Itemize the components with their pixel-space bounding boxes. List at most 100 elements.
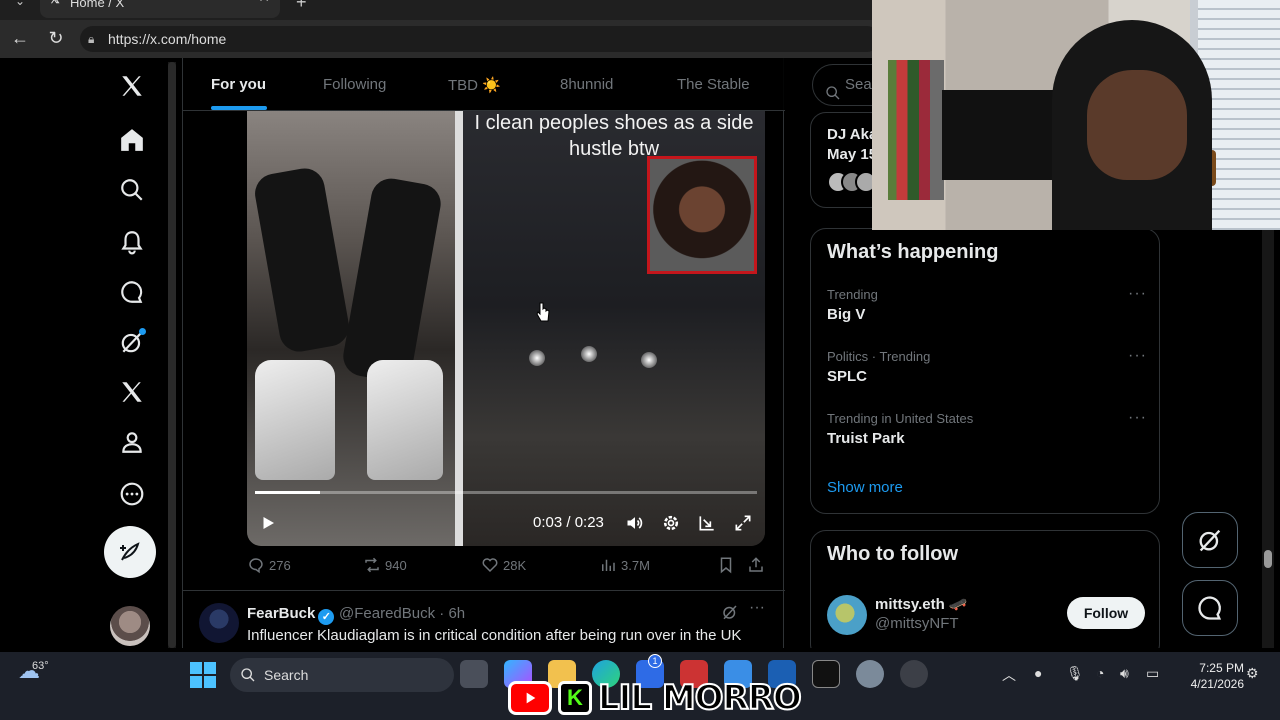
grok-floating-button[interactable]	[1182, 512, 1238, 568]
microphone-icon[interactable]: 🎙︎	[1066, 665, 1084, 682]
search-icon	[825, 77, 841, 117]
screen: ⌄ 𝕏 Home / X ✕ + ← ↻ 🔒︎ https://x.com/ho…	[0, 0, 1280, 720]
active-tab-indicator	[211, 106, 267, 110]
post-author-name-text: FearBuck	[247, 605, 316, 622]
wifi-icon[interactable]: ◔	[1096, 665, 1104, 681]
verified-badge-icon: ✓	[318, 609, 335, 625]
reply-count: 276	[269, 557, 291, 573]
tray-overflow-chevron-icon[interactable]: ︿	[1002, 665, 1016, 685]
tab-for-you[interactable]: For you	[211, 76, 266, 93]
post[interactable]: FearBuck ✓ @FearedBuck · 6h ··· Influence…	[183, 591, 785, 648]
home-icon[interactable]	[100, 120, 164, 160]
bookmark-icon[interactable]	[717, 556, 735, 574]
reload-icon[interactable]: ↻	[44, 28, 68, 49]
tab-following[interactable]: Following	[323, 76, 386, 93]
account-avatar[interactable]	[110, 606, 150, 646]
x-logo-icon[interactable]	[100, 66, 164, 106]
suggested-user-name[interactable]: mittsy.eth 🛹	[875, 595, 968, 613]
spaces-title-line2: May 15	[827, 146, 878, 163]
taskbar-search[interactable]: Search	[230, 658, 454, 692]
share-icon[interactable]	[747, 556, 765, 574]
notifications-icon[interactable]: ⚙︎	[1246, 665, 1259, 682]
video-shoe-shape	[255, 360, 335, 480]
play-icon[interactable]	[257, 510, 279, 536]
back-arrow-icon[interactable]: ←	[8, 28, 32, 49]
post-author-handle-text: @FearedBuck	[339, 605, 436, 622]
feed-scrollbar-thumb[interactable]	[168, 62, 176, 648]
battery-icon[interactable]: ▭	[1146, 665, 1159, 682]
video-shoe-shape	[367, 360, 443, 480]
miniplayer-icon[interactable]	[695, 510, 719, 536]
windows-logo-tile	[204, 662, 216, 674]
tab-tbd[interactable]: TBD ☀️	[448, 76, 501, 94]
video-progress-bar[interactable]	[255, 491, 757, 494]
new-tab-icon[interactable]: +	[296, 0, 307, 13]
profile-icon[interactable]	[100, 422, 164, 462]
settings-gear-icon[interactable]	[659, 510, 683, 536]
video-leg-shape	[340, 175, 444, 385]
tray-app-icon[interactable]: ●	[1034, 665, 1042, 681]
call-of-duty-icon[interactable]	[812, 660, 840, 688]
heart-icon	[482, 558, 498, 573]
notifications-bell-icon[interactable]	[100, 222, 164, 262]
show-more-link[interactable]: Show more	[827, 479, 903, 496]
clock[interactable]: 7:25 PM 4/21/2026	[1180, 660, 1244, 692]
trend-topic: Truist Park	[827, 430, 905, 447]
post-time: · 6h	[439, 605, 466, 622]
explore-search-icon[interactable]	[100, 170, 164, 210]
more-options-icon[interactable]: ···	[1128, 285, 1147, 303]
post-author-handle[interactable]: @FearedBuck · 6h	[339, 605, 465, 622]
trend-item[interactable]: Trending Big V ···	[827, 285, 1147, 337]
chat-icon	[1198, 596, 1222, 620]
weather-widget[interactable]: ☁ 63°	[18, 658, 49, 684]
post-author-avatar[interactable]	[199, 603, 239, 643]
views-button[interactable]: 3.7M	[599, 556, 650, 574]
video-player[interactable]: I clean peoples shoes as a side hustle b…	[247, 110, 765, 546]
speaker-icon[interactable]: 🔊︎	[1120, 665, 1129, 682]
webcam-clothes-rack	[888, 60, 944, 200]
whats-happening-card: What’s happening Trending Big V ··· Poli…	[810, 228, 1160, 514]
tab-8hunnid[interactable]: 8hunnid	[560, 76, 613, 93]
browser-tab-home[interactable]: 𝕏 Home / X ✕	[40, 0, 280, 18]
timeline: For you Following TBD ☀️ 8hunnid The Sta…	[182, 58, 785, 648]
webcam-tv	[942, 90, 1062, 180]
app-with-notification-icon[interactable]	[900, 660, 928, 688]
repost-button[interactable]: 940	[363, 556, 407, 574]
trend-meta: Politics · Trending	[827, 349, 931, 364]
tab-menu-chevron-icon[interactable]: ⌄	[6, 0, 34, 14]
more-circle-icon[interactable]	[100, 474, 164, 514]
reply-button[interactable]: 276	[247, 556, 291, 574]
more-options-icon[interactable]: ···	[1128, 347, 1147, 365]
like-button[interactable]: 28K	[481, 556, 526, 574]
address-bar[interactable]: 🔒︎ https://x.com/home	[80, 26, 880, 52]
fullscreen-icon[interactable]	[731, 510, 755, 536]
grok-icon[interactable]	[100, 322, 164, 362]
tab-the-stable[interactable]: The Stable	[677, 76, 750, 93]
trend-topic: Big V	[827, 306, 866, 323]
compose-feather-icon	[120, 542, 140, 561]
game-launcher-icon[interactable]	[856, 660, 884, 688]
suggested-user-avatar[interactable]	[827, 595, 867, 635]
task-view-icon[interactable]	[460, 660, 488, 688]
weather-temp: 63°	[32, 660, 49, 672]
grok-icon[interactable]	[721, 603, 739, 626]
trend-topic: SPLC	[827, 368, 868, 385]
video-time: 0:03 / 0:23	[533, 514, 604, 531]
follow-button[interactable]: Follow	[1067, 597, 1145, 629]
compose-post-button[interactable]	[104, 526, 156, 578]
chat-icon[interactable]	[100, 272, 164, 312]
messages-floating-button[interactable]	[1182, 580, 1238, 636]
start-button[interactable]	[190, 662, 216, 688]
feed-scrollbar[interactable]	[168, 62, 176, 648]
page-scrollbar-thumb[interactable]	[1264, 550, 1272, 568]
trend-item[interactable]: Politics · Trending SPLC ···	[827, 347, 1147, 399]
more-options-icon[interactable]: ···	[749, 599, 765, 617]
site-info-icon[interactable]: 🔒︎	[88, 26, 94, 52]
view-count: 3.7M	[621, 557, 650, 573]
trend-item[interactable]: Trending in United States Truist Park ··…	[827, 409, 1147, 461]
more-options-icon[interactable]: ···	[1128, 409, 1147, 427]
premium-x-icon[interactable]	[100, 372, 164, 412]
post-author-name[interactable]: FearBuck ✓	[247, 605, 335, 625]
volume-icon[interactable]	[623, 510, 647, 536]
video-caption: I clean peoples shoes as a side hustle b…	[474, 112, 754, 160]
